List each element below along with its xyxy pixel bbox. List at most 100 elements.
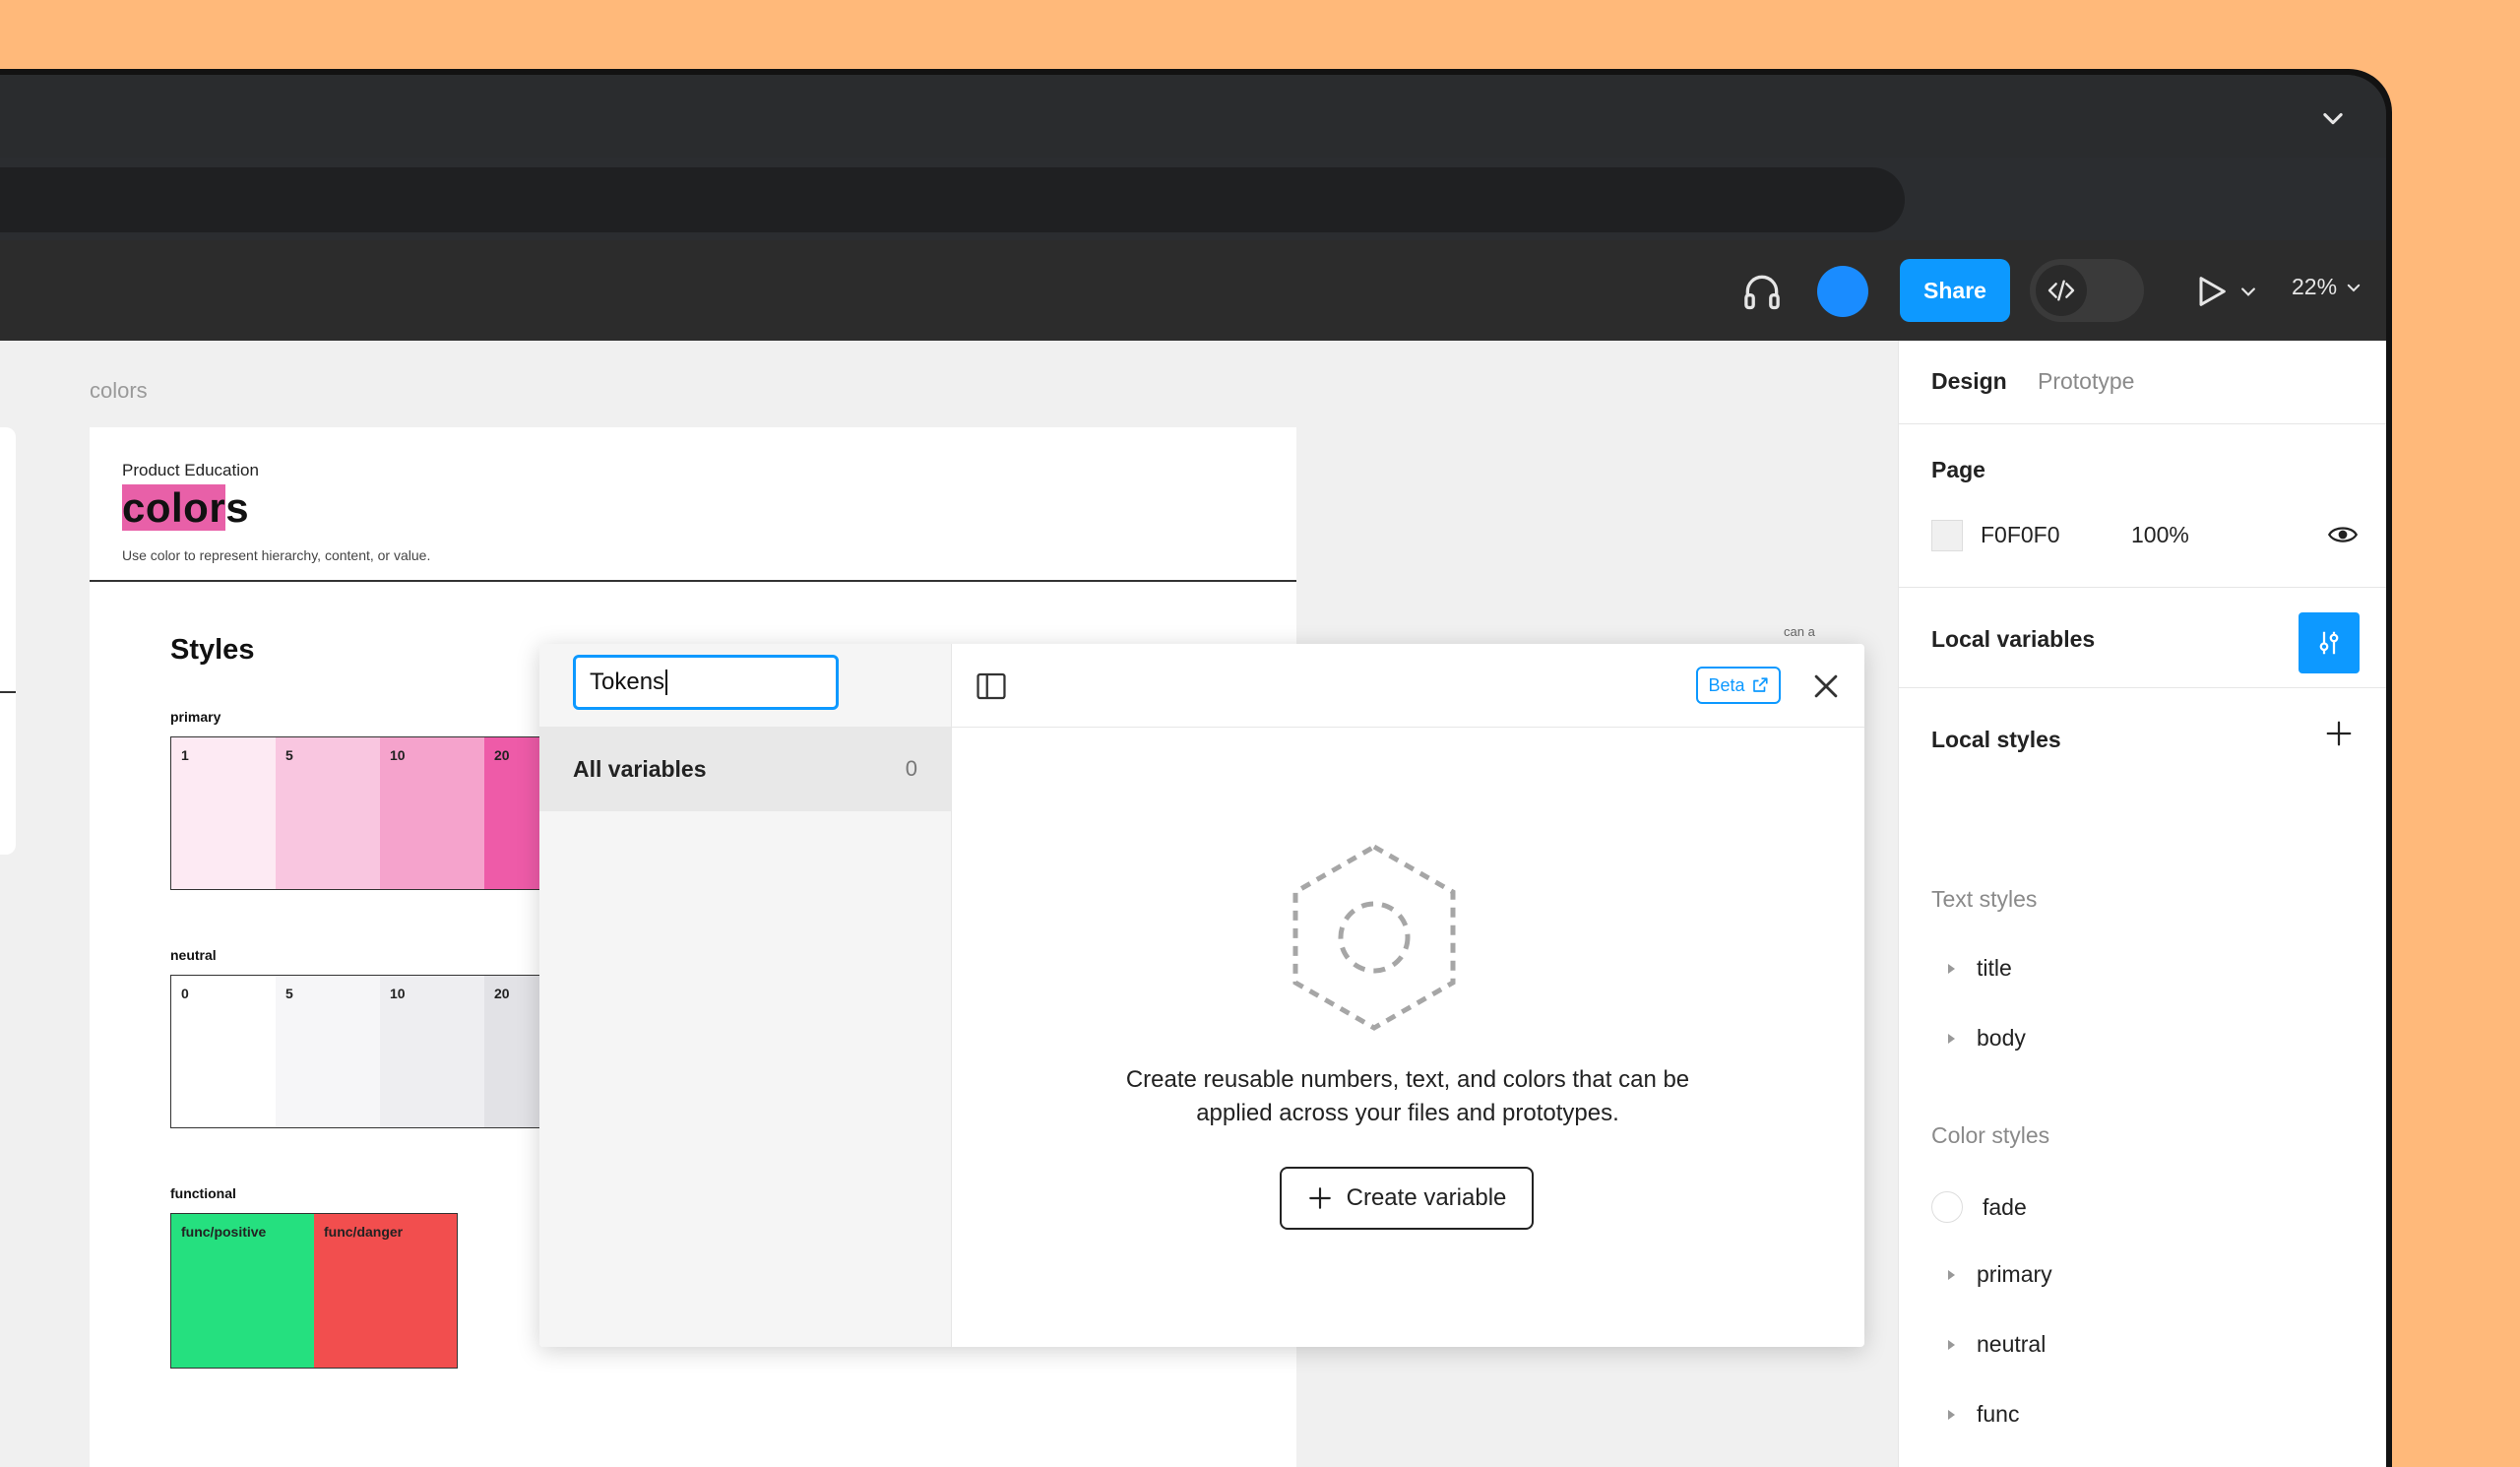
style-item-title[interactable]: title [1948, 955, 2012, 982]
style-item-fade[interactable]: fade [1931, 1191, 2027, 1223]
collection-name-value: Tokens [590, 669, 665, 695]
style-item-neutral[interactable]: neutral [1948, 1331, 2046, 1358]
offscreen-divider [0, 691, 16, 693]
local-styles-title: Local styles [1931, 727, 2061, 752]
sliders-icon [2319, 631, 2339, 655]
offscreen-text: can a [1784, 624, 1815, 639]
section-divider [1899, 687, 2386, 688]
canvas[interactable]: colors Product Education colors Use colo… [0, 341, 1898, 1467]
swatch[interactable]: 5 [276, 976, 380, 1127]
beta-badge[interactable]: Beta [1696, 667, 1781, 704]
play-icon[interactable] [2191, 272, 2231, 311]
group-label-primary: primary [170, 709, 221, 725]
user-avatar[interactable] [1817, 266, 1868, 317]
chevron-down-icon[interactable] [2319, 104, 2347, 132]
swatch-label: 1 [181, 747, 189, 763]
empty-state-hexagon-icon [1292, 844, 1456, 1031]
tab-design[interactable]: Design [1931, 368, 2007, 395]
frame-label[interactable]: colors [90, 378, 148, 404]
empty-line-2: applied across your files and prototypes… [1196, 1100, 1619, 1126]
style-name: func [1977, 1401, 2020, 1427]
create-variable-label: Create variable [1346, 1184, 1507, 1211]
eye-icon[interactable] [2328, 522, 2358, 547]
frame-eyebrow: Product Education [122, 461, 259, 479]
swatch-func-danger[interactable]: func/danger [314, 1214, 457, 1368]
empty-line-1: Create reusable numbers, text, and color… [1125, 1066, 1690, 1093]
collection-item-all-variables[interactable]: All variables 0 [539, 727, 951, 811]
plus-icon [1308, 1187, 1331, 1209]
address-bar-row [0, 158, 2386, 240]
expand-caret-icon [1948, 1339, 1955, 1350]
page-section-title: Page [1931, 457, 1985, 482]
swatch[interactable]: 0 [171, 976, 276, 1127]
frame-description: Use color to represent hierarchy, conten… [122, 547, 431, 563]
editor-toolbar: Share 22% [0, 240, 2386, 341]
dev-mode-knob [2036, 265, 2087, 316]
primary-swatches: 1 5 10 20 [170, 736, 590, 890]
expand-caret-icon [1948, 1269, 1955, 1280]
sidebar-toggle-icon[interactable] [975, 670, 1008, 703]
expand-caret-icon [1948, 1033, 1955, 1044]
collection-name-input[interactable]: Tokens [573, 655, 839, 710]
frame-divider [90, 580, 1296, 582]
swatch[interactable]: 1 [171, 737, 276, 889]
address-bar[interactable] [0, 167, 1905, 232]
create-variable-button[interactable]: Create variable [1280, 1167, 1534, 1230]
add-style-plus-icon[interactable] [2324, 719, 2354, 748]
swatch-label: 0 [181, 986, 189, 1001]
style-name: neutral [1977, 1331, 2047, 1357]
style-name: primary [1977, 1261, 2052, 1287]
swatch-label: 5 [285, 747, 293, 763]
swatch[interactable]: 5 [276, 737, 380, 889]
text-caret [665, 670, 668, 695]
color-styles-label: Color styles [1931, 1122, 2050, 1148]
swatch-label: 20 [494, 747, 510, 763]
style-name: title [1977, 955, 2012, 981]
page-color-opacity[interactable]: 100% [2131, 522, 2189, 548]
swatch[interactable]: 10 [380, 976, 484, 1127]
page-color-hex[interactable]: F0F0F0 [1981, 522, 2060, 548]
panel-tabs: Design Prototype [1899, 341, 2386, 424]
device-bezel: Share 22% colors Product Education color… [0, 69, 2392, 1467]
code-icon [2048, 280, 2075, 301]
section-divider [1899, 587, 2386, 588]
share-button[interactable]: Share [1900, 259, 2010, 322]
swatch-label: func/danger [324, 1224, 404, 1240]
swatch[interactable]: 10 [380, 737, 484, 889]
expand-caret-icon [1948, 963, 1955, 974]
style-name: body [1977, 1025, 2026, 1051]
external-link-icon [1752, 677, 1768, 692]
swatch-func-positive[interactable]: func/positive [171, 1214, 314, 1368]
group-label-neutral: neutral [170, 947, 217, 963]
modal-header-divider [951, 727, 1864, 728]
tab-prototype[interactable]: Prototype [2038, 368, 2134, 395]
style-item-func[interactable]: func [1948, 1401, 2019, 1428]
beta-label: Beta [1708, 674, 1745, 695]
chevron-down-icon [2347, 284, 2361, 291]
open-variables-button[interactable] [2299, 612, 2360, 673]
style-item-primary[interactable]: primary [1948, 1261, 2052, 1288]
expand-caret-icon [1948, 1409, 1955, 1420]
swatch-label: 5 [285, 986, 293, 1001]
color-swatch-dot [1931, 1191, 1963, 1223]
dev-mode-toggle[interactable] [2030, 259, 2144, 322]
headphones-icon[interactable] [1740, 270, 1784, 313]
zoom-value: 22% [2292, 274, 2338, 299]
app-window: Share 22% colors Product Education color… [0, 75, 2386, 1467]
variables-modal: Tokens All variables 0 Beta Create reusa… [539, 644, 1864, 1347]
collection-count: 0 [905, 756, 917, 781]
frame-title: colors [122, 484, 249, 532]
close-icon[interactable] [1809, 670, 1843, 703]
swatch-label: 20 [494, 986, 510, 1001]
swatch-label: func/positive [181, 1224, 267, 1240]
collections-sidebar: Tokens All variables 0 [539, 644, 952, 1347]
title-bar [0, 75, 2386, 158]
frame-title-rest: s [225, 484, 250, 531]
properties-panel: Design Prototype Page F0F0F0 100% Local … [1898, 341, 2386, 1467]
collection-name: All variables [573, 756, 707, 782]
style-item-body[interactable]: body [1948, 1025, 2026, 1052]
empty-state-message: Create reusable numbers, text, and color… [951, 1063, 1864, 1130]
page-color-swatch[interactable] [1931, 520, 1963, 551]
zoom-dropdown[interactable]: 22% [2292, 274, 2362, 300]
chevron-down-icon[interactable] [2238, 282, 2258, 301]
